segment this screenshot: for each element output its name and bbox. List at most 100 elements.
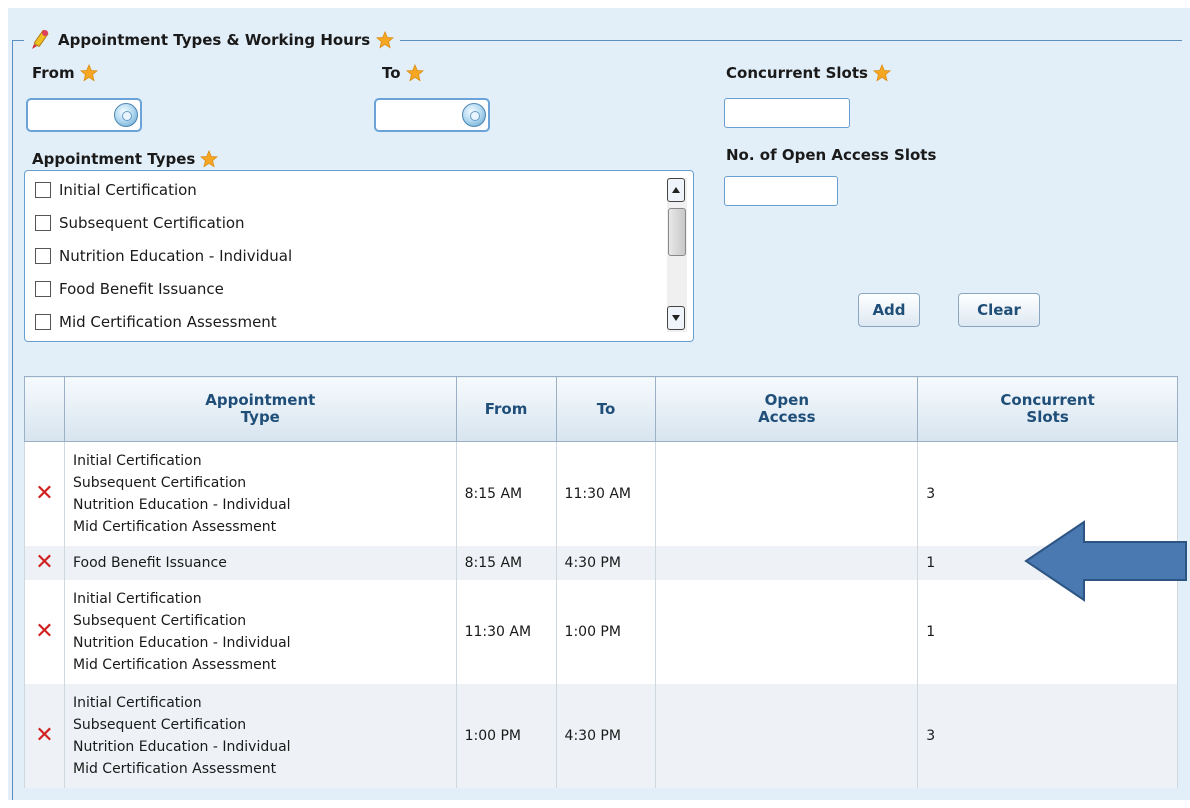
arrow-up-icon	[672, 187, 680, 193]
open-access-label: No. of Open Access Slots	[726, 146, 936, 164]
fieldset-legend: Appointment Types & Working Hours	[24, 28, 401, 52]
column-header-from[interactable]: From	[455, 376, 557, 442]
table-row: ✕ Food Benefit Issuance 8:15 AM 4:30 PM …	[24, 545, 1178, 580]
row-to: 4:30 PM	[555, 683, 657, 788]
column-header-to[interactable]: To	[555, 376, 657, 442]
checkbox[interactable]	[35, 182, 51, 198]
type-line: Subsequent Certification	[72, 474, 247, 491]
list-item[interactable]: Food Benefit Issuance	[35, 277, 224, 301]
list-item[interactable]: Mid Certification Assessment	[35, 310, 277, 334]
row-open-access	[655, 579, 919, 684]
appointment-types-label-text: Appointment Types	[32, 150, 196, 168]
appointment-grid: Appointment Type From To Open Access Con…	[24, 376, 1178, 788]
checkbox[interactable]	[35, 215, 51, 231]
delete-row-icon[interactable]: ✕	[24, 683, 65, 788]
required-star-icon	[873, 64, 891, 82]
table-row: ✕ Initial Certification Subsequent Certi…	[24, 441, 1178, 546]
type-line: Initial Certification	[72, 452, 202, 469]
concurrent-slots-label-text: Concurrent Slots	[726, 64, 868, 82]
header-text: Type	[240, 408, 280, 426]
header-text: Slots	[1026, 408, 1069, 426]
type-line: Initial Certification	[72, 694, 202, 711]
row-from: 11:30 AM	[455, 579, 557, 684]
list-scrollbar[interactable]	[667, 178, 687, 332]
type-line: Mid Certification Assessment	[72, 656, 277, 673]
header-text: Access	[758, 408, 816, 426]
row-slots: 3	[917, 683, 1178, 788]
required-star-icon	[406, 64, 424, 82]
clear-button[interactable]: Clear	[958, 293, 1040, 327]
table-row: ✕ Initial Certification Subsequent Certi…	[24, 579, 1178, 684]
add-button[interactable]: Add	[858, 293, 920, 327]
type-line: Food Benefit Issuance	[72, 554, 227, 571]
concurrent-slots-input[interactable]	[724, 98, 850, 128]
type-line: Initial Certification	[72, 590, 202, 607]
pencil-icon	[32, 29, 49, 49]
open-access-label-text: No. of Open Access Slots	[726, 146, 937, 164]
to-label: To	[382, 64, 424, 82]
row-appointment-types: Food Benefit Issuance	[63, 545, 457, 580]
list-item[interactable]: Subsequent Certification	[35, 211, 245, 235]
row-appointment-types: Initial Certification Subsequent Certifi…	[63, 441, 457, 546]
time-picker-icon[interactable]	[114, 103, 138, 127]
legend-title: Appointment Types & Working Hours	[58, 31, 371, 49]
concurrent-slots-label: Concurrent Slots	[726, 64, 891, 82]
to-time-field[interactable]	[374, 98, 490, 132]
delete-row-icon[interactable]: ✕	[24, 579, 65, 684]
from-label-text: From	[32, 64, 75, 82]
table-row: ✕ Initial Certification Subsequent Certi…	[24, 683, 1178, 788]
annotation-arrow-icon	[1024, 520, 1187, 602]
scroll-up-button[interactable]	[667, 178, 685, 202]
row-from: 1:00 PM	[455, 683, 557, 788]
from-label: From	[32, 64, 98, 82]
row-appointment-types: Initial Certification Subsequent Certifi…	[63, 579, 457, 684]
appointment-types-list[interactable]: Initial Certification Subsequent Certifi…	[24, 170, 694, 342]
row-open-access	[655, 545, 919, 580]
column-header-slots[interactable]: Concurrent Slots	[917, 376, 1178, 442]
row-to: 11:30 AM	[555, 441, 657, 546]
type-line: Mid Certification Assessment	[72, 760, 277, 777]
list-item[interactable]: Nutrition Education - Individual	[35, 244, 292, 268]
header-text: Appointment	[205, 391, 316, 409]
type-line: Nutrition Education - Individual	[72, 496, 291, 513]
list-item-label: Nutrition Education - Individual	[59, 247, 293, 265]
checkbox[interactable]	[35, 248, 51, 264]
row-from: 8:15 AM	[455, 441, 557, 546]
from-time-field[interactable]	[26, 98, 142, 132]
type-line: Mid Certification Assessment	[72, 518, 277, 535]
column-header-type[interactable]: Appointment Type	[63, 376, 457, 442]
checkbox[interactable]	[35, 314, 51, 330]
type-line: Subsequent Certification	[72, 612, 247, 629]
header-text: Concurrent	[1000, 391, 1095, 409]
row-open-access	[655, 441, 919, 546]
list-item-label: Initial Certification	[59, 181, 197, 199]
time-picker-icon[interactable]	[462, 103, 486, 127]
scroll-down-button[interactable]	[667, 306, 685, 330]
to-label-text: To	[382, 64, 401, 82]
row-from: 8:15 AM	[455, 545, 557, 580]
delete-row-icon[interactable]: ✕	[24, 441, 65, 546]
list-item-label: Subsequent Certification	[59, 214, 245, 232]
required-star-icon	[80, 64, 98, 82]
column-header-delete	[24, 376, 65, 442]
type-line: Nutrition Education - Individual	[72, 634, 291, 651]
required-star-icon	[200, 150, 218, 168]
type-line: Nutrition Education - Individual	[72, 738, 291, 755]
required-star-icon	[376, 31, 394, 49]
list-item[interactable]: Initial Certification	[35, 178, 197, 202]
row-to: 1:00 PM	[555, 579, 657, 684]
fieldset-border-left	[12, 40, 13, 800]
row-open-access	[655, 683, 919, 788]
checkbox[interactable]	[35, 281, 51, 297]
scroll-thumb[interactable]	[668, 208, 686, 256]
open-access-slots-input[interactable]	[724, 176, 838, 206]
type-line: Subsequent Certification	[72, 716, 247, 733]
list-item-label: Food Benefit Issuance	[59, 280, 224, 298]
row-appointment-types: Initial Certification Subsequent Certifi…	[63, 683, 457, 788]
row-to: 4:30 PM	[555, 545, 657, 580]
header-text: Open	[764, 391, 809, 409]
column-header-open-access[interactable]: Open Access	[655, 376, 919, 442]
delete-row-icon[interactable]: ✕	[24, 545, 65, 580]
table-header-row: Appointment Type From To Open Access Con…	[24, 376, 1178, 442]
appointment-types-label: Appointment Types	[32, 150, 218, 168]
